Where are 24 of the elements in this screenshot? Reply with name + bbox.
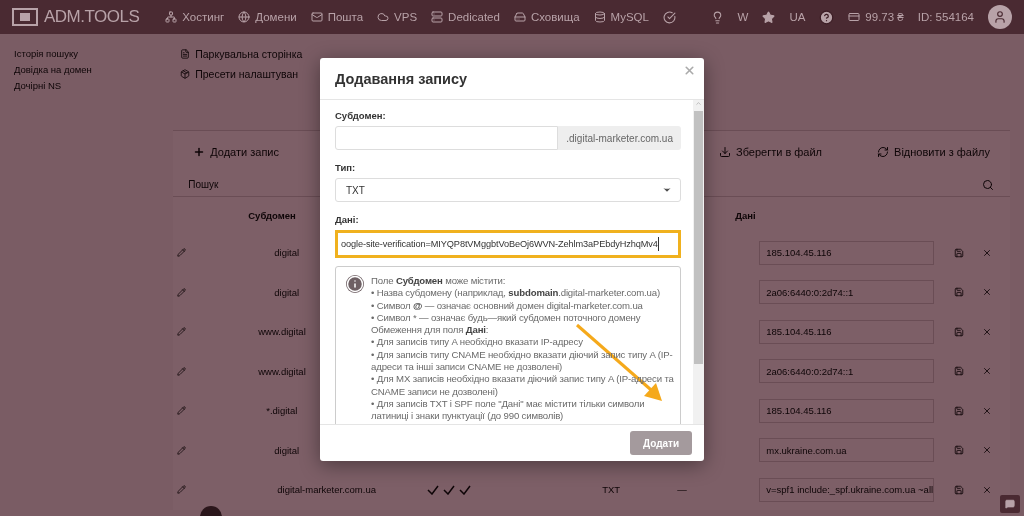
field-label: Субдомен: bbox=[335, 110, 387, 121]
subdomain-text: *.digital bbox=[266, 405, 298, 417]
info-text: • Для записів TXT і SPF поле "Дані" має містити тільки символи латиниці і знаки пунктуації (до 990 символів) bbox=[371, 397, 646, 423]
subdomain-text: www.digital bbox=[258, 365, 306, 377]
info-text: Поле Субдомен може містити: bbox=[371, 275, 507, 288]
subdomain-text: digital bbox=[274, 247, 300, 259]
info-text: • Символ * — означає будь—який субдомен поточного домену bbox=[371, 311, 642, 325]
field-label: Дані: bbox=[335, 214, 360, 225]
account-id: ID: 554164 bbox=[917, 11, 974, 23]
info-text: • Символ @ — означає основний домен digital-marketer.com.ua bbox=[371, 299, 644, 312]
ttl-text: — bbox=[677, 484, 688, 496]
subdomain-text: digital bbox=[274, 444, 300, 456]
info-text: • Назва субдомену (наприклад, subdomain.digital-marketer.com.ua) bbox=[371, 287, 661, 300]
subdomain-text: www.digital bbox=[258, 326, 306, 338]
field-label: Тип: bbox=[335, 162, 357, 173]
domain-suffix: .digital-marketer.com.ua bbox=[558, 126, 681, 150]
info-text: Обмеження для поля Дані: bbox=[371, 324, 490, 337]
info-text: • Для записів типу A необхідно вказати IP-адресу bbox=[371, 336, 584, 349]
column-header: Субдомен bbox=[248, 209, 296, 221]
subdomain-text: digital bbox=[274, 286, 300, 298]
column-header: Дані bbox=[735, 209, 756, 221]
dialog-title: Додавання запису bbox=[335, 70, 468, 87]
subdomain-text: digital-marketer.com.ua bbox=[277, 484, 376, 496]
type-text: TXT bbox=[601, 484, 622, 496]
